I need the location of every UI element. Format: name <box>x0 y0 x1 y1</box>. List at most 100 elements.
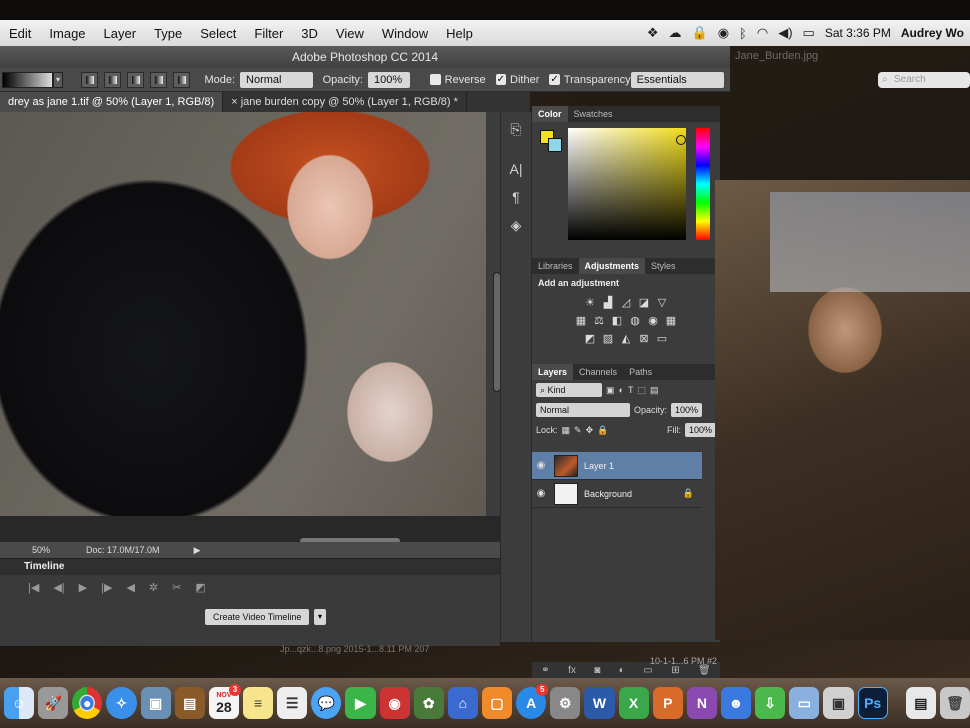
timeline-title[interactable]: Timeline <box>0 559 500 575</box>
link-icon[interactable]: ⚭ <box>541 665 549 676</box>
levels-icon[interactable]: ▟ <box>601 296 615 310</box>
app-store-icon[interactable]: A5 <box>516 684 549 719</box>
channel-mixer-icon[interactable]: ◉ <box>646 314 660 328</box>
eye-icon[interactable]: ◉ <box>532 488 550 499</box>
reminders-icon[interactable]: ☰ <box>277 687 308 719</box>
mode-select[interactable]: Normal <box>240 71 313 88</box>
new-layer-icon[interactable]: ⊞ <box>671 665 679 676</box>
menu-3d[interactable]: 3D <box>292 26 327 41</box>
vibrance-icon[interactable]: ▽ <box>655 296 669 310</box>
layer-row-layer-1[interactable]: ◉ Layer 1 <box>532 452 702 480</box>
safari-icon[interactable]: ✧ <box>106 687 137 719</box>
tab-layers[interactable]: Layers <box>532 364 574 380</box>
clock[interactable]: Sat 3:36 PM <box>825 26 891 40</box>
menu-filter[interactable]: Filter <box>245 26 292 41</box>
radial-gradient-button[interactable] <box>103 71 122 88</box>
contacts-icon[interactable]: ☻ <box>720 687 752 719</box>
powerpoint-icon[interactable]: P <box>652 687 683 719</box>
keynote-icon[interactable]: ⌂ <box>447 687 478 719</box>
scissors-icon[interactable]: ✂ <box>172 581 181 594</box>
sheets-icon[interactable]: X <box>618 687 649 719</box>
workspace-select[interactable]: Essentials <box>630 71 724 88</box>
blend-mode-select[interactable]: Normal <box>536 403 630 417</box>
exposure-icon[interactable]: ◪ <box>637 296 651 310</box>
fx-icon[interactable]: fx <box>568 665 576 676</box>
search-input[interactable]: Search <box>878 72 970 88</box>
gradient-map-icon[interactable]: ▭ <box>655 332 669 346</box>
create-video-timeline-button[interactable]: Create Video Timeline <box>205 609 310 625</box>
fill-field[interactable]: 100% <box>684 423 716 437</box>
document-stack-icon[interactable]: ▤ <box>905 687 936 719</box>
zoom-level[interactable]: 50% <box>32 545 50 555</box>
photo-booth-icon[interactable]: ◉ <box>379 687 410 719</box>
threshold-icon[interactable]: ◭ <box>619 332 633 346</box>
eye-icon[interactable]: ◉ <box>718 25 729 41</box>
menu-view[interactable]: View <box>327 26 373 41</box>
dither-checkbox[interactable]: ✓ <box>495 74 507 85</box>
finder-window-title[interactable]: Jane_Burden.jpg <box>733 50 970 68</box>
linear-gradient-button[interactable] <box>80 71 98 88</box>
chevron-down-icon[interactable]: ▾ <box>314 609 326 625</box>
background-color[interactable] <box>548 138 562 152</box>
messages-icon[interactable]: 💬 <box>311 687 342 719</box>
ibooks-icon[interactable]: ▢ <box>481 687 513 719</box>
tab-paths[interactable]: Paths <box>623 364 658 380</box>
reverse-checkbox[interactable] <box>430 74 441 85</box>
paragraph-icon[interactable]: ¶ <box>505 186 527 208</box>
play-icon[interactable]: ▶ <box>79 581 87 594</box>
lock-icon[interactable]: 🔒 <box>692 25 708 41</box>
bluetooth-icon[interactable]: ᛒ <box>739 26 747 41</box>
invert-icon[interactable]: ◩ <box>583 332 597 346</box>
launchpad-icon[interactable]: 🚀 <box>38 687 69 719</box>
character-icon[interactable]: A| <box>505 158 527 180</box>
brightness-icon[interactable]: ☀ <box>583 296 597 310</box>
image-capture-icon[interactable]: ▣ <box>823 687 854 719</box>
canvas-area[interactable] <box>0 112 501 544</box>
lock-pixels-icon[interactable]: ✎ <box>574 425 582 436</box>
tab-channels[interactable]: Channels <box>573 364 623 380</box>
downloader-icon[interactable]: ⇩ <box>755 687 786 719</box>
color-field[interactable] <box>568 128 686 240</box>
onenote-icon[interactable]: N <box>686 687 717 719</box>
next-frame-icon[interactable]: |▶ <box>101 581 112 594</box>
tab-jane-burden-copy[interactable]: × jane burden copy @ 50% (Layer 1, RGB/8… <box>223 92 467 112</box>
first-frame-icon[interactable]: |◀ <box>28 581 39 594</box>
battery-icon[interactable]: ▭ <box>803 25 815 41</box>
menu-image[interactable]: Image <box>40 26 94 41</box>
hue-saturation-icon[interactable]: ▦ <box>574 314 588 328</box>
kind-filter-select[interactable]: ⌕ Kind <box>536 383 602 397</box>
history-icon[interactable]: ⎘ <box>505 118 527 140</box>
document-image[interactable] <box>0 112 486 516</box>
curves-icon[interactable]: ◿ <box>619 296 633 310</box>
diamond-gradient-button[interactable] <box>173 71 191 88</box>
audio-icon[interactable]: ◀ <box>126 581 134 594</box>
cloud-icon[interactable]: ☁ <box>669 25 682 41</box>
color-lookup-icon[interactable]: ▦ <box>664 314 678 328</box>
calendar-icon[interactable]: NOV 28 3 <box>208 684 241 719</box>
color-balance-icon[interactable]: ⚖ <box>592 314 606 328</box>
preview-icon[interactable]: ▣ <box>140 687 171 719</box>
menu-window[interactable]: Window <box>373 26 437 41</box>
finder-icon[interactable]: ☺ <box>4 687 35 719</box>
iphoto-icon[interactable]: ✿ <box>413 687 444 719</box>
opacity-field[interactable]: 100% <box>367 71 411 88</box>
notebook-icon[interactable]: ▤ <box>174 687 205 719</box>
lock-transparency-icon[interactable]: ▦ <box>562 425 571 436</box>
menu-edit[interactable]: Edit <box>0 26 40 41</box>
close-icon[interactable]: × <box>231 96 240 108</box>
gear-icon[interactable]: ✲ <box>149 581 158 594</box>
doc-size[interactable]: Doc: 17.0M/17.0M <box>86 545 160 555</box>
hue-slider[interactable] <box>696 128 710 240</box>
play-icon[interactable]: ▶ <box>194 545 201 556</box>
mask-icon[interactable]: ◙ <box>594 665 600 676</box>
gradient-picker[interactable] <box>2 71 54 88</box>
color-picker-ring[interactable] <box>676 135 686 145</box>
trash-icon[interactable]: 🗑 <box>698 665 711 676</box>
filter-shape-icon[interactable]: ⬚ <box>637 385 646 396</box>
adjustment-layer-icon[interactable]: ◐ <box>619 665 625 676</box>
user-name[interactable]: Audrey Wo <box>901 26 964 40</box>
folder-icon[interactable]: ▭ <box>643 665 652 676</box>
menu-help[interactable]: Help <box>437 26 482 41</box>
tab-swatches[interactable]: Swatches <box>568 106 619 122</box>
tab-adjustments[interactable]: Adjustments <box>578 258 646 274</box>
